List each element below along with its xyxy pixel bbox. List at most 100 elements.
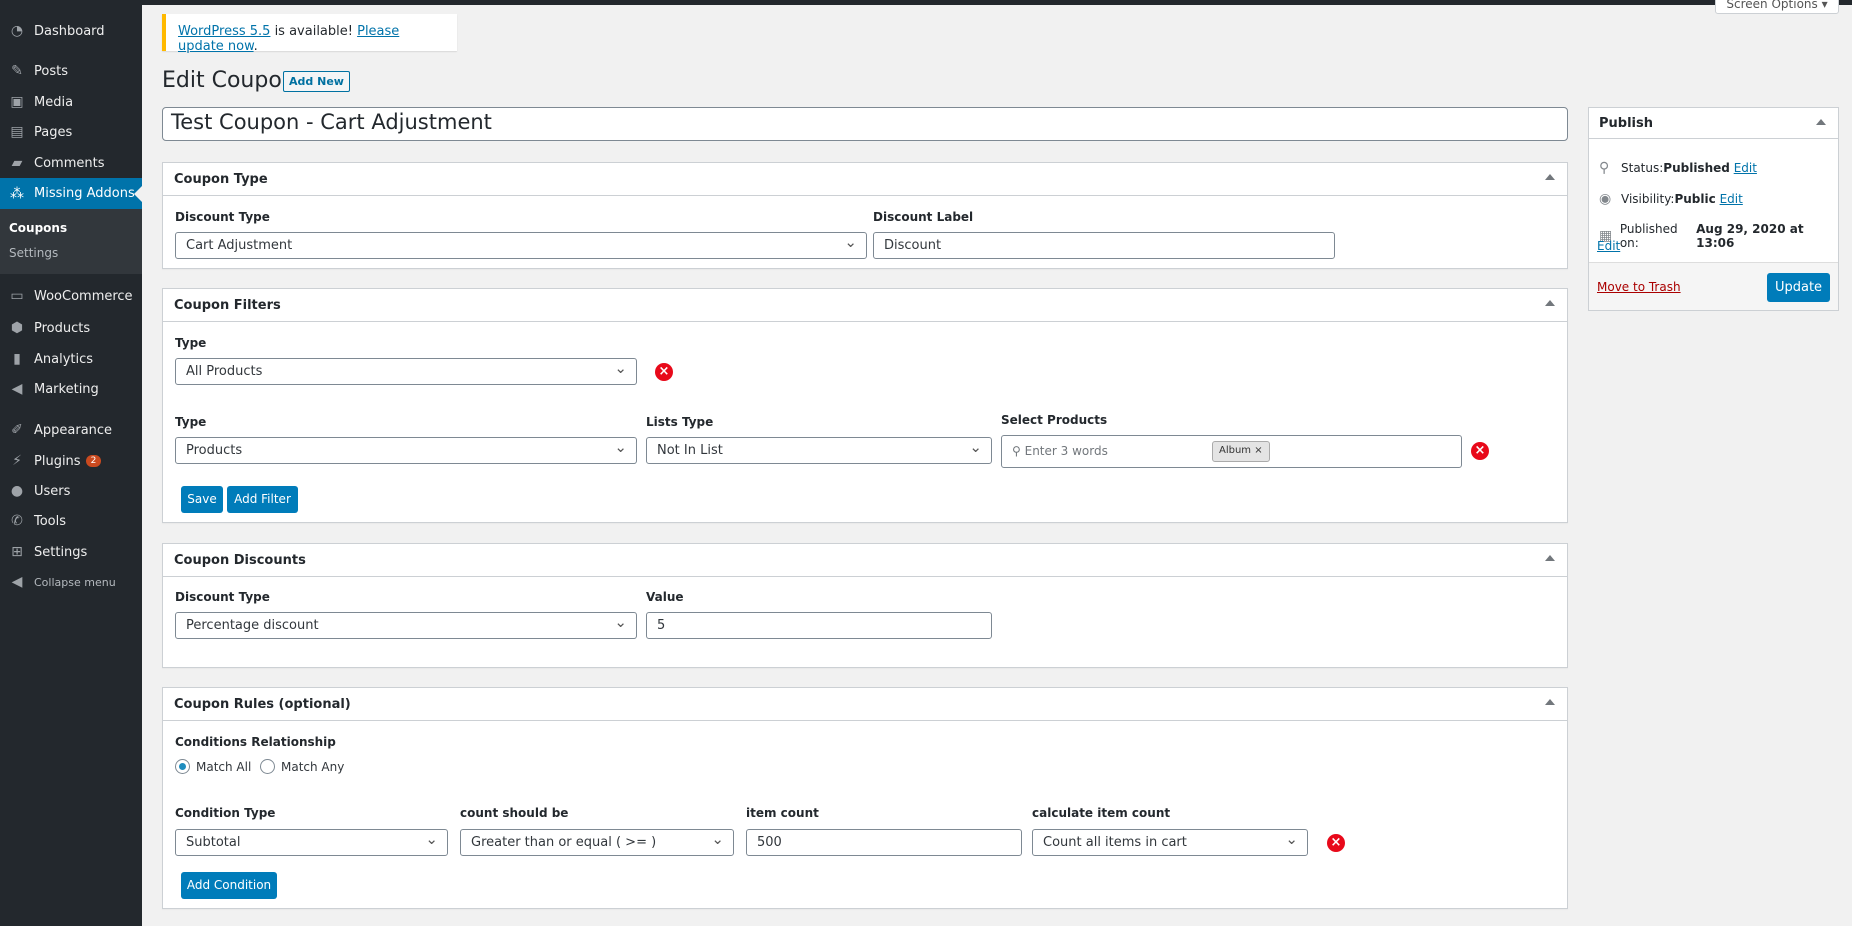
sidebar-item-woocommerce[interactable]: ▭ WooCommerce bbox=[0, 281, 142, 311]
calculate-item-count-select[interactable]: Count all items in cart bbox=[1032, 829, 1308, 856]
publish-header[interactable]: Publish bbox=[1589, 108, 1838, 139]
value-input[interactable]: 5 bbox=[646, 612, 992, 639]
chart-icon: ▮ bbox=[13, 351, 21, 367]
sidebar-item-dashboard[interactable]: ◔ Dashboard bbox=[0, 16, 142, 46]
megaphone-icon: ◀ bbox=[11, 381, 23, 397]
sidebar-item-users[interactable]: ● Users bbox=[0, 476, 142, 506]
discount-type-select[interactable]: Cart Adjustment bbox=[175, 232, 867, 259]
select-products-field[interactable]: ⚲ Enter 3 words Album × bbox=[1001, 435, 1462, 468]
condition-type-select[interactable]: Subtotal bbox=[175, 829, 448, 856]
count-should-be-label: count should be bbox=[460, 806, 569, 820]
discount-type-select[interactable]: Percentage discount bbox=[175, 612, 637, 639]
coupon-type-header[interactable]: Coupon Type bbox=[163, 163, 1567, 196]
remove-filter-icon[interactable]: × bbox=[655, 363, 673, 381]
coupon-discounts-header[interactable]: Coupon Discounts bbox=[163, 544, 1567, 577]
lists-type-label: Lists Type bbox=[646, 415, 714, 429]
filter-type-label: Type bbox=[175, 336, 207, 350]
edit-visibility-link[interactable]: Edit bbox=[1720, 192, 1743, 206]
filter-type-select[interactable]: All Products bbox=[175, 358, 637, 385]
coupon-rules-header[interactable]: Coupon Rules (optional) bbox=[163, 688, 1567, 721]
coupon-discounts-box: Coupon Discounts Discount Type Percentag… bbox=[162, 543, 1568, 668]
brush-icon: ✐ bbox=[11, 422, 23, 438]
remove-tag-icon[interactable]: × bbox=[1254, 445, 1262, 456]
wordpress-version-link[interactable]: WordPress 5.5 bbox=[178, 24, 270, 39]
sidebar-item-posts[interactable]: ✎ Posts bbox=[0, 56, 142, 86]
edit-status-link[interactable]: Edit bbox=[1734, 161, 1757, 175]
collapse-menu[interactable]: ◀ Collapse menu bbox=[0, 567, 142, 597]
remove-filter-icon[interactable]: × bbox=[1471, 442, 1489, 460]
select-products-label: Select Products bbox=[1001, 413, 1108, 427]
collapse-toggle-icon[interactable] bbox=[1816, 119, 1826, 125]
count-should-be-select[interactable]: Greater than or equal ( >= ) bbox=[460, 829, 734, 856]
sidebar-item-appearance[interactable]: ✐ Appearance bbox=[0, 415, 142, 445]
sidebar-item-settings[interactable]: ⊞ Settings bbox=[0, 537, 142, 567]
save-button[interactable]: Save bbox=[181, 486, 223, 513]
status-row: ⚲ Status: Published Edit bbox=[1599, 160, 1757, 176]
pin-icon: ✎ bbox=[11, 63, 23, 79]
item-count-label: item count bbox=[746, 806, 819, 820]
discount-type-label: Discount Type bbox=[175, 210, 270, 224]
add-new-button[interactable]: Add New bbox=[283, 71, 350, 92]
sidebar-item-analytics[interactable]: ▮ Analytics bbox=[0, 344, 142, 374]
filter-type-label: Type bbox=[175, 415, 207, 429]
publish-box: Publish ⚲ Status: Published Edit ◉ Visibil… bbox=[1588, 107, 1839, 311]
box-icon: ⬢ bbox=[10, 320, 24, 336]
sidebar-item-products[interactable]: ⬢ Products bbox=[0, 313, 142, 343]
discount-label-input[interactable]: Discount bbox=[873, 232, 1335, 259]
visibility-row: ◉ Visibility: Public Edit bbox=[1599, 191, 1743, 207]
sidebar-item-marketing[interactable]: ◀ Marketing bbox=[0, 374, 142, 404]
wrench-icon: ✆ bbox=[11, 513, 23, 529]
calculate-item-count-label: calculate item count bbox=[1032, 806, 1171, 820]
pin-icon: ⚲ bbox=[1599, 160, 1610, 176]
update-notice: WordPress 5.5 is available! Please updat… bbox=[162, 14, 457, 54]
discount-type-label: Discount Type bbox=[175, 590, 270, 604]
collapse-toggle-icon[interactable] bbox=[1545, 174, 1555, 180]
search-icon: ⚲ bbox=[1012, 444, 1025, 458]
collapse-toggle-icon[interactable] bbox=[1545, 555, 1555, 561]
condition-type-label: Condition Type bbox=[175, 806, 276, 820]
sidebar-item-media[interactable]: ▣ Media bbox=[0, 87, 142, 117]
admin-sidebar: Coupons Settings ◔ Dashboard ✎ Posts ▣ Medi… bbox=[0, 0, 142, 926]
sidebar-item-plugins[interactable]: ⚡ Plugins 2 bbox=[0, 446, 142, 476]
collapse-toggle-icon[interactable] bbox=[1545, 300, 1555, 306]
sidebar-item-comments[interactable]: ▰ Comments bbox=[0, 148, 142, 178]
add-filter-button[interactable]: Add Filter bbox=[227, 486, 298, 513]
pages-icon: ▤ bbox=[10, 124, 24, 140]
match-any-radio[interactable]: Match Any bbox=[260, 759, 344, 774]
item-count-input[interactable]: 500 bbox=[746, 829, 1022, 856]
plugins-update-badge: 2 bbox=[85, 455, 102, 467]
eye-icon: ◉ bbox=[1599, 191, 1612, 207]
add-condition-button[interactable]: Add Condition bbox=[181, 872, 277, 899]
sidebar-item-missing-addons[interactable]: ⁂ Missing Addons bbox=[0, 178, 142, 209]
page-title: Edit Coupon bbox=[162, 68, 296, 93]
dashboard-icon: ◔ bbox=[10, 23, 24, 39]
sidebar-item-pages[interactable]: ▤ Pages bbox=[0, 117, 142, 147]
published-on-row: ▦ Published on: Aug 29, 2020 at 13:06 bbox=[1599, 222, 1804, 250]
addons-icon: ⁂ bbox=[10, 185, 24, 202]
sidebar-item-tools[interactable]: ✆ Tools bbox=[0, 506, 142, 536]
submenu: Coupons Settings bbox=[0, 209, 142, 274]
submenu-settings[interactable]: Settings bbox=[9, 246, 58, 260]
settings-icon: ⊞ bbox=[11, 544, 23, 560]
edit-date-link[interactable]: Edit bbox=[1597, 239, 1620, 253]
conditions-relationship-label: Conditions Relationship bbox=[175, 735, 336, 749]
remove-condition-icon[interactable]: × bbox=[1327, 834, 1345, 852]
coupon-title-input[interactable]: Test Coupon - Cart Adjustment bbox=[162, 107, 1568, 141]
filter-type-select[interactable]: Products bbox=[175, 437, 637, 464]
collapse-toggle-icon[interactable] bbox=[1545, 699, 1555, 705]
move-to-trash-link[interactable]: Move to Trash bbox=[1597, 280, 1681, 294]
update-button[interactable]: Update bbox=[1767, 273, 1830, 302]
admin-bar bbox=[0, 0, 1852, 5]
submenu-coupons[interactable]: Coupons bbox=[9, 221, 67, 235]
lists-type-select[interactable]: Not In List bbox=[646, 437, 992, 464]
comment-icon: ▰ bbox=[11, 155, 23, 171]
plug-icon: ⚡ bbox=[12, 453, 22, 469]
match-all-radio[interactable]: Match All bbox=[175, 759, 251, 774]
product-tag: Album × bbox=[1212, 441, 1270, 462]
screen-options-button[interactable]: Screen Options ▾ bbox=[1715, 0, 1839, 14]
media-icon: ▣ bbox=[10, 94, 24, 110]
coupon-filters-header[interactable]: Coupon Filters bbox=[163, 289, 1567, 322]
woo-icon: ▭ bbox=[10, 288, 24, 304]
publish-actions: Move to Trash Update bbox=[1589, 262, 1838, 310]
coupon-filters-box: Coupon Filters Type All Products × Type … bbox=[162, 288, 1568, 523]
